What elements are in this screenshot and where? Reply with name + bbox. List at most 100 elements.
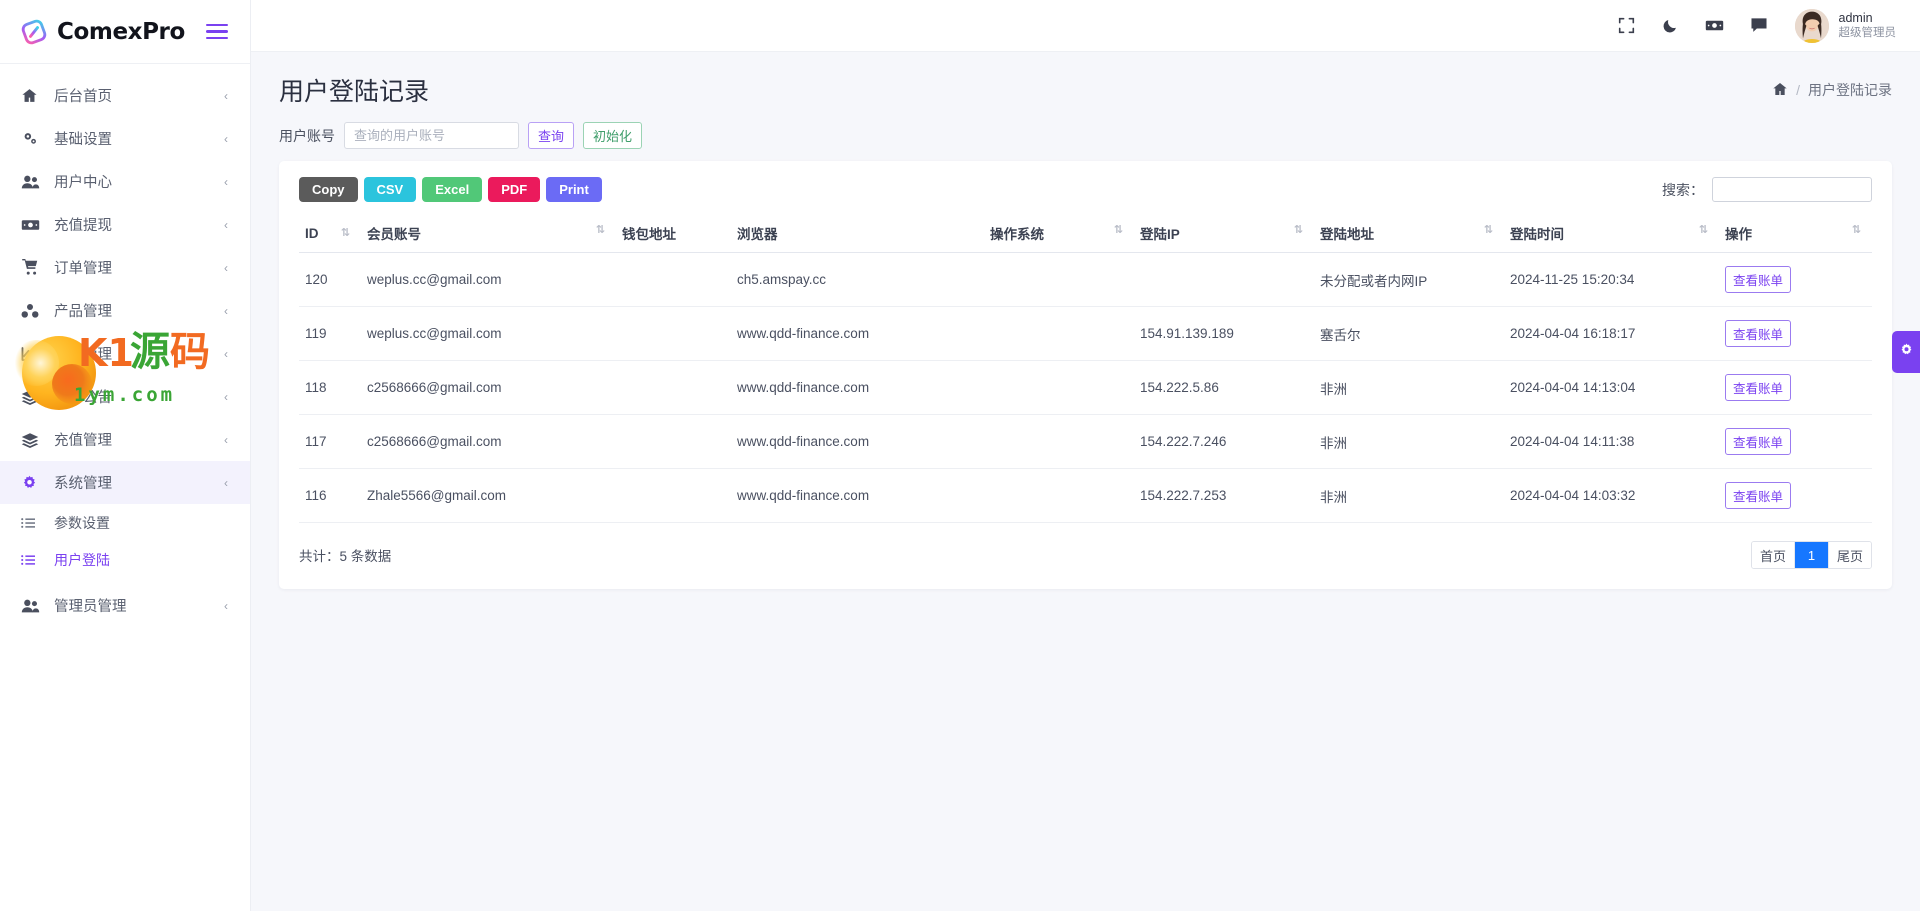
sort-icon[interactable]: ⇅ (1294, 223, 1303, 236)
chevron-left-icon: ‹ (224, 217, 228, 232)
col-browser[interactable]: 浏览器 (731, 215, 984, 253)
cell-location: 非洲 (1314, 468, 1504, 523)
excel-button[interactable]: Excel (422, 177, 483, 202)
sidebar-item-recharge-management[interactable]: 充值管理 ‹ (0, 418, 250, 461)
user-role: 超级管理员 (1838, 27, 1897, 40)
cell-id: 119 (299, 306, 361, 361)
view-bill-button[interactable]: 查看账单 (1725, 374, 1792, 401)
reset-button[interactable]: 初始化 (583, 122, 643, 149)
cell-account: Zhale5566@gmail.com (361, 468, 616, 523)
copy-button[interactable]: Copy (299, 177, 358, 202)
cubes-icon (21, 302, 43, 320)
sidebar: ComexPro 后台首页 ‹ 基础设置 ‹ 用户中心 ‹ 充值提现 ‹ 订单管… (0, 0, 251, 911)
cell-ip: 154.222.7.246 (1134, 414, 1314, 469)
layers-icon (21, 388, 43, 406)
sidebar-item-user-center[interactable]: 用户中心 ‹ (0, 160, 250, 203)
cell-browser: ch5.amspay.cc (731, 252, 984, 307)
col-action-label: 操作 (1725, 227, 1752, 242)
cell-time: 2024-04-04 16:18:17 (1504, 306, 1719, 361)
sidebar-item-recharge-withdraw[interactable]: 充值提现 ‹ (0, 203, 250, 246)
col-account[interactable]: 会员账号 ⇅ (361, 215, 616, 253)
pagination: 首页 1 尾页 (1750, 541, 1872, 569)
sort-icon[interactable]: ⇅ (596, 223, 605, 236)
page-header: 用户登陆记录 / 用户登陆记录 (251, 52, 1920, 114)
sidebar-item-admin-management[interactable]: 管理员管理 ‹ (0, 584, 250, 627)
user-meta: admin 超级管理员 (1839, 11, 1897, 41)
cell-browser: www.qdd-finance.com (731, 414, 984, 469)
table-body: 120 weplus.cc@gmail.com ch5.amspay.cc 未分… (299, 252, 1872, 523)
col-time[interactable]: 登陆时间 ⇅ (1504, 215, 1719, 253)
sidebar-item-order-management[interactable]: 订单管理 ‹ (0, 246, 250, 289)
account-search-input[interactable] (344, 122, 519, 149)
sort-icon[interactable]: ⇅ (1699, 223, 1708, 236)
sidebar-item-articles[interactable]: 文章公告 ‹ (0, 375, 250, 418)
cell-os (984, 468, 1134, 523)
csv-button[interactable]: CSV (363, 177, 417, 202)
page-1-button[interactable]: 1 (1794, 542, 1829, 568)
sidebar-item-dashboard[interactable]: 后台首页 ‹ (0, 74, 250, 117)
col-ip[interactable]: 登陆IP ⇅ (1134, 215, 1314, 253)
cell-id: 120 (299, 252, 361, 307)
page-first-button[interactable]: 首页 (1751, 542, 1795, 568)
chevron-left-icon: ‹ (224, 598, 228, 613)
message-icon[interactable] (1737, 0, 1781, 52)
cell-ip: 154.91.139.189 (1134, 306, 1314, 361)
cell-os (984, 252, 1134, 307)
col-account-label: 会员账号 (367, 227, 421, 242)
col-ip-label: 登陆IP (1140, 227, 1180, 242)
sidebar-item-label: 管理员管理 (54, 599, 127, 615)
sort-icon[interactable]: ⇅ (341, 226, 350, 239)
cog-icon (21, 474, 43, 492)
cash-icon[interactable] (1693, 0, 1737, 52)
view-bill-button[interactable]: 查看账单 (1725, 320, 1792, 347)
money-icon (21, 216, 43, 234)
list-icon (21, 554, 43, 566)
home-icon[interactable] (1772, 81, 1788, 100)
brand-left[interactable]: ComexPro (20, 18, 185, 46)
cell-time: 2024-04-04 14:11:38 (1504, 414, 1719, 469)
hamburger-icon[interactable] (206, 20, 228, 44)
col-action[interactable]: 操作 ⇅ (1719, 215, 1872, 253)
fullscreen-icon[interactable] (1605, 0, 1649, 52)
sidebar-subitem-params[interactable]: 参数设置 (0, 504, 250, 541)
table-search-label: 搜索： (1662, 181, 1704, 198)
query-button[interactable]: 查询 (528, 122, 575, 149)
view-bill-button[interactable]: 查看账单 (1725, 482, 1792, 509)
user-menu[interactable]: admin 超级管理员 (1794, 8, 1897, 43)
sort-icon[interactable]: ⇅ (1114, 223, 1123, 236)
list-icon (21, 517, 43, 529)
view-bill-button[interactable]: 查看账单 (1725, 266, 1792, 293)
sidebar-submenu-system: 参数设置 用户登陆 (0, 504, 250, 578)
breadcrumb-current: 用户登陆记录 (1808, 82, 1892, 98)
sort-icon[interactable]: ⇅ (1484, 223, 1493, 236)
table-search-input[interactable] (1712, 177, 1872, 202)
theme-settings-button[interactable] (1892, 331, 1920, 373)
col-wallet[interactable]: 钱包地址 (616, 215, 731, 253)
gear-icon (1899, 342, 1914, 362)
cell-time: 2024-04-04 14:13:04 (1504, 360, 1719, 415)
sidebar-item-risk-management[interactable]: 风控管理 ‹ (0, 332, 250, 375)
col-location[interactable]: 登陆地址 ⇅ (1314, 215, 1504, 253)
pdf-button[interactable]: PDF (488, 177, 541, 202)
print-button[interactable]: Print (546, 177, 602, 202)
col-id[interactable]: ID ⇅ (299, 215, 361, 253)
page-last-button[interactable]: 尾页 (1828, 542, 1871, 568)
col-os[interactable]: 操作系统 ⇅ (984, 215, 1134, 253)
sidebar-item-label: 充值提现 (54, 218, 112, 234)
table-search: 搜索： (1662, 175, 1872, 202)
dark-mode-icon[interactable] (1649, 0, 1693, 52)
cell-os (984, 306, 1134, 361)
cell-wallet (616, 468, 731, 523)
sidebar-subitem-label: 用户登陆 (54, 551, 110, 568)
sort-icon[interactable]: ⇅ (1852, 223, 1861, 236)
sidebar-item-basic-settings[interactable]: 基础设置 ‹ (0, 117, 250, 160)
sidebar-item-product-management[interactable]: 产品管理 ‹ (0, 289, 250, 332)
sidebar-subitem-user-login[interactable]: 用户登陆 (0, 541, 250, 578)
sidebar-item-system-management[interactable]: 系统管理 ‹ (0, 461, 250, 504)
chevron-left-icon: ‹ (224, 174, 228, 189)
sidebar-menu: 后台首页 ‹ 基础设置 ‹ 用户中心 ‹ 充值提现 ‹ 订单管理 ‹ 产品管理 … (0, 64, 250, 627)
cell-action: 查看账单 (1719, 306, 1872, 361)
cell-account: c2568666@gmail.com (361, 414, 616, 469)
view-bill-button[interactable]: 查看账单 (1725, 428, 1792, 455)
cell-id: 118 (299, 360, 361, 415)
